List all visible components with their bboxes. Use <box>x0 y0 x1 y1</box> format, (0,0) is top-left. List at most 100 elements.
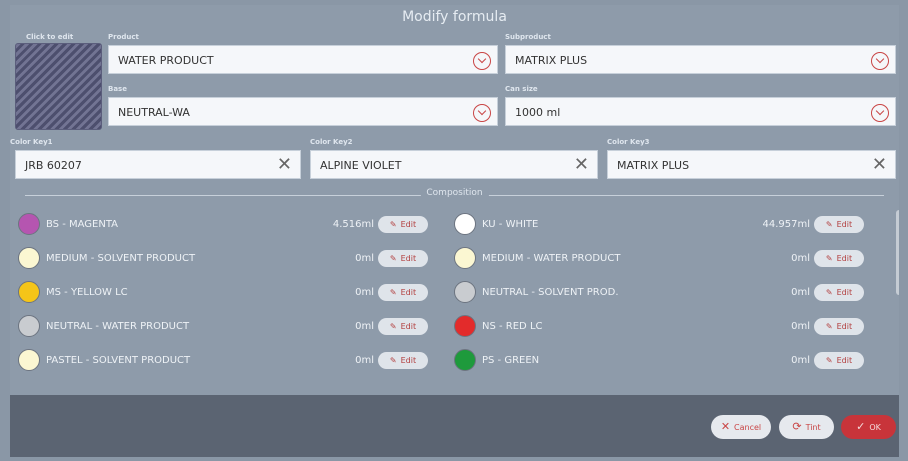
colorant-quantity: 0ml <box>791 253 810 264</box>
subproduct-select[interactable]: MATRIX PLUS <box>505 45 896 74</box>
edit-button[interactable]: ✎ Edit <box>814 250 864 267</box>
pencil-icon: ✎ <box>825 254 833 263</box>
dialog-title: Modify formula <box>402 9 507 25</box>
colorant-name: NS - RED LC <box>482 321 543 332</box>
edit-label: Edit <box>836 288 853 297</box>
edit-button[interactable]: ✎ Edit <box>378 318 428 335</box>
chevron-down-icon[interactable] <box>473 52 491 70</box>
edit-button[interactable]: ✎ Edit <box>378 250 428 267</box>
cancel-button[interactable]: ✕ Cancel <box>711 415 771 439</box>
colorant-name: MEDIUM - SOLVENT PRODUCT <box>46 253 196 264</box>
colorant-quantity: 0ml <box>355 253 374 264</box>
colorant-dot <box>18 315 40 337</box>
edit-button[interactable]: ✎ Edit <box>814 284 864 301</box>
color-key2-value: ALPINE VIOLET <box>320 159 402 172</box>
colorant-name: NEUTRAL - SOLVENT PROD. <box>482 287 619 298</box>
colorant-dot <box>18 247 40 269</box>
composition-row: NS - RED LC 0ml ✎ Edit <box>452 313 882 341</box>
edit-label: Edit <box>400 220 417 229</box>
base-label: Base <box>108 85 127 93</box>
close-icon[interactable]: ✕ <box>277 155 292 175</box>
colorant-dot <box>454 349 476 371</box>
colorant-dot <box>454 315 476 337</box>
composition-label: Composition <box>420 188 489 198</box>
edit-button[interactable]: ✎ Edit <box>378 352 428 369</box>
color-key1-value: JRB 60207 <box>25 159 82 172</box>
edit-button[interactable]: ✎ Edit <box>814 216 864 233</box>
edit-button[interactable]: ✎ Edit <box>814 318 864 335</box>
composition-row: MS - YELLOW LC 0ml ✎ Edit <box>16 279 446 307</box>
colorant-name: KU - WHITE <box>482 219 539 230</box>
composition-row: NEUTRAL - WATER PRODUCT 0ml ✎ Edit <box>16 313 446 341</box>
colorant-name: BS - MAGENTA <box>46 219 119 230</box>
colorant-dot <box>454 247 476 269</box>
product-select[interactable]: WATER PRODUCT <box>108 45 498 74</box>
edit-label: Edit <box>836 254 853 263</box>
base-value: NEUTRAL-WA <box>118 106 190 119</box>
pencil-icon: ✎ <box>389 220 397 229</box>
swatch-label: Click to edit <box>26 33 74 41</box>
color-key3-input[interactable]: MATRIX PLUS ✕ <box>607 150 896 179</box>
chevron-down-icon[interactable] <box>871 104 889 122</box>
base-select[interactable]: NEUTRAL-WA <box>108 97 498 126</box>
colorant-dot <box>454 281 476 303</box>
pencil-icon: ✎ <box>825 356 833 365</box>
edit-button[interactable]: ✎ Edit <box>814 352 864 369</box>
edit-label: Edit <box>836 356 853 365</box>
color-key3-value: MATRIX PLUS <box>617 159 690 172</box>
color-key1-label: Color Key1 <box>10 138 53 146</box>
edit-label: Edit <box>836 322 853 331</box>
edit-button[interactable]: ✎ Edit <box>378 284 428 301</box>
edit-button[interactable]: ✎ Edit <box>378 216 428 233</box>
can-size-label: Can size <box>505 85 538 93</box>
pencil-icon: ✎ <box>825 322 833 331</box>
colorant-quantity: 4.516ml <box>332 219 374 230</box>
can-size-select[interactable]: 1000 ml <box>505 97 896 126</box>
pencil-icon: ✎ <box>825 288 833 297</box>
chevron-down-icon[interactable] <box>473 104 491 122</box>
composition-row: NEUTRAL - SOLVENT PROD. 0ml ✎ Edit <box>452 279 882 307</box>
color-key2-label: Color Key2 <box>310 138 353 146</box>
colorant-quantity: 0ml <box>791 287 810 298</box>
edit-label: Edit <box>400 288 417 297</box>
edit-label: Edit <box>400 254 417 263</box>
close-icon[interactable]: ✕ <box>872 155 887 175</box>
colorant-name: MEDIUM - WATER PRODUCT <box>482 253 621 264</box>
product-value: WATER PRODUCT <box>118 54 214 67</box>
colorant-quantity: 0ml <box>355 355 374 366</box>
colorant-name: PS - GREEN <box>482 355 540 366</box>
edit-label: Edit <box>400 322 417 331</box>
tint-label: Tint <box>805 423 821 432</box>
drop-icon: ⟳ <box>792 420 802 433</box>
close-icon[interactable]: ✕ <box>574 155 589 175</box>
check-icon: ✓ <box>856 420 866 433</box>
ok-button[interactable]: ✓ OK <box>841 415 896 439</box>
pencil-icon: ✎ <box>389 288 397 297</box>
colorant-quantity: 0ml <box>355 321 374 332</box>
colorant-quantity: 0ml <box>791 355 810 366</box>
color-key1-input[interactable]: JRB 60207 ✕ <box>15 150 301 179</box>
pencil-icon: ✎ <box>825 220 833 229</box>
colorant-quantity: 0ml <box>791 321 810 332</box>
chevron-down-icon[interactable] <box>871 52 889 70</box>
footer-bar: ✕ Cancel ⟳ Tint ✓ OK <box>10 395 899 457</box>
pencil-icon: ✎ <box>389 356 397 365</box>
colorant-dot <box>454 213 476 235</box>
color-key3-label: Color Key3 <box>607 138 650 146</box>
ok-label: OK <box>869 423 881 432</box>
scrollbar[interactable] <box>896 210 899 295</box>
cancel-label: Cancel <box>734 423 762 432</box>
composition-row: BS - MAGENTA 4.516ml ✎ Edit <box>16 211 446 239</box>
composition-row: PS - GREEN 0ml ✎ Edit <box>452 347 882 375</box>
color-swatch[interactable] <box>15 43 102 130</box>
composition-row: PASTEL - SOLVENT PRODUCT 0ml ✎ Edit <box>16 347 446 375</box>
colorant-dot <box>18 213 40 235</box>
composition-row: MEDIUM - WATER PRODUCT 0ml ✎ Edit <box>452 245 882 273</box>
pencil-icon: ✎ <box>389 322 397 331</box>
pencil-icon: ✎ <box>389 254 397 263</box>
colorant-quantity: 44.957ml <box>762 219 810 230</box>
color-key2-input[interactable]: ALPINE VIOLET ✕ <box>310 150 598 179</box>
tint-button[interactable]: ⟳ Tint <box>779 415 834 439</box>
colorant-dot <box>18 281 40 303</box>
edit-label: Edit <box>400 356 417 365</box>
